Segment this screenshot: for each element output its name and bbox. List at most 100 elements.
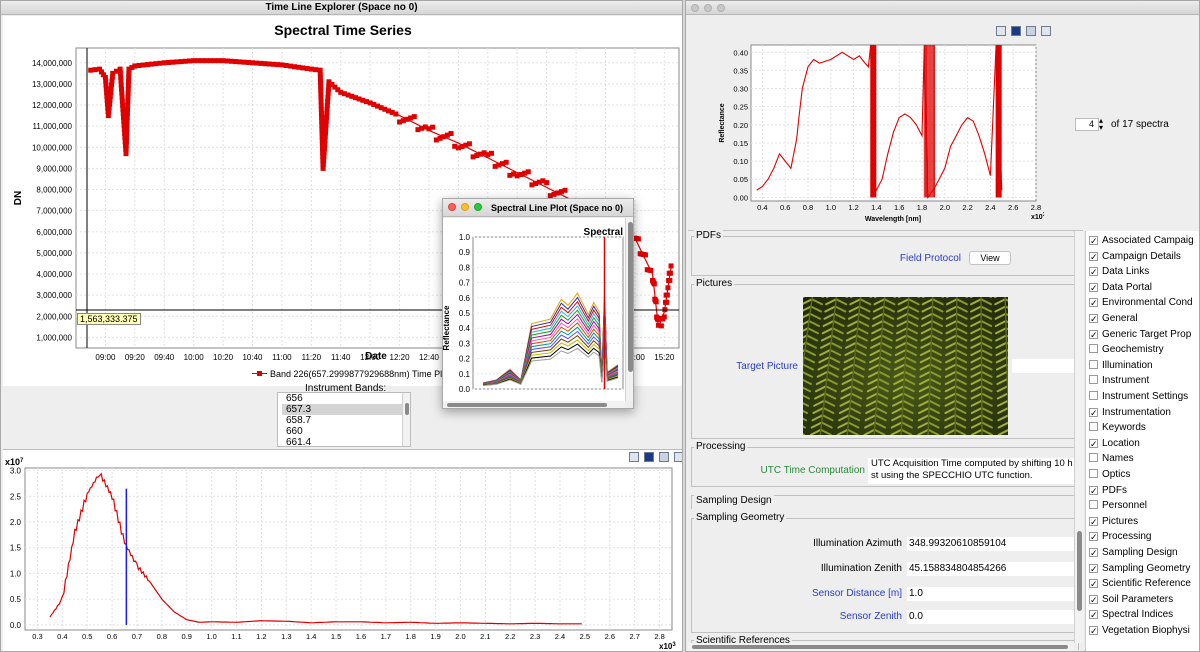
band-list-item[interactable]: 656 [282, 393, 410, 404]
category-item[interactable]: ✓ Sampling Design [1089, 546, 1178, 560]
category-item[interactable]: Optics [1089, 468, 1130, 482]
category-item[interactable]: Keywords [1089, 421, 1146, 435]
pick-icon[interactable] [1026, 26, 1036, 36]
minimize-window-icon[interactable] [704, 4, 712, 12]
minimize-window-icon[interactable] [461, 203, 469, 211]
category-item[interactable]: Illumination [1089, 359, 1153, 373]
pick-icon[interactable] [659, 452, 669, 462]
checked-checkbox-icon[interactable]: ✓ [1089, 579, 1098, 589]
fern-picture[interactable] [803, 297, 1008, 435]
checked-checkbox-icon[interactable]: ✓ [1089, 563, 1098, 573]
illumination-zenith-value[interactable]: 45.158834804854266 [907, 562, 1077, 576]
checked-checkbox-icon[interactable]: ✓ [1089, 548, 1098, 558]
checked-checkbox-icon[interactable]: ✓ [1089, 438, 1098, 448]
checked-checkbox-icon[interactable]: ✓ [1089, 594, 1098, 604]
category-item[interactable]: Instrument Settings [1089, 390, 1188, 404]
illumination-azimuth-value[interactable]: 348.99320610859104 [907, 537, 1077, 551]
checked-checkbox-icon[interactable]: ✓ [1089, 298, 1098, 308]
category-item[interactable]: Instrument [1089, 374, 1149, 388]
bands-scroll-thumb[interactable] [405, 403, 409, 415]
time-line-explorer-titlebar[interactable]: Time Line Explorer (Space no 0) [1, 1, 682, 15]
metadata-horizontal-scrollbar[interactable] [688, 643, 1074, 651]
category-item[interactable]: ✓ Instrumentation [1089, 406, 1171, 420]
bands-scrollbar[interactable] [402, 393, 410, 446]
checked-checkbox-icon[interactable]: ✓ [1089, 407, 1098, 417]
band-list-item[interactable]: 661.4 [282, 437, 410, 448]
unchecked-checkbox-icon[interactable] [1089, 391, 1098, 400]
sensor-distance-value[interactable]: 1.0 [907, 587, 1077, 601]
category-item[interactable]: ✓ Data Portal [1089, 281, 1152, 295]
spinner-arrows-icon[interactable]: ▴ ▾ [1099, 117, 1103, 132]
checked-checkbox-icon[interactable]: ✓ [1089, 610, 1098, 620]
close-window-icon[interactable] [691, 4, 699, 12]
zoom-icon[interactable] [1011, 26, 1021, 36]
spectral-line-plot-titlebar[interactable]: Spectral Line Plot (Space no 0) [443, 199, 633, 217]
category-item[interactable]: ✓ General [1089, 312, 1138, 326]
checked-checkbox-icon[interactable]: ✓ [1089, 516, 1098, 526]
category-item[interactable]: ✓ Campaign Details [1089, 250, 1181, 264]
category-item[interactable]: ✓ Location [1089, 437, 1140, 451]
unchecked-checkbox-icon[interactable] [1089, 500, 1098, 510]
spectrum-index-spinner[interactable]: 4 [1075, 118, 1099, 131]
category-item[interactable]: ✓ Vegetation Biophysi [1089, 624, 1190, 638]
unchecked-checkbox-icon[interactable] [1089, 469, 1098, 478]
checked-checkbox-icon[interactable]: ✓ [1089, 267, 1098, 277]
unchecked-checkbox-icon[interactable] [1089, 422, 1098, 432]
spectral-line-chart[interactable]: Spectral 0.0 0.1 0.2 0.3 0.4 0.5 0.6 0.7 0.8 0.9 1… [443, 218, 625, 401]
category-item[interactable]: ✓ Associated Campaig [1089, 234, 1194, 248]
category-item[interactable]: ✓ Sampling Geometry [1089, 562, 1190, 576]
maximize-window-icon[interactable] [474, 203, 482, 211]
picture-caption-field[interactable] [1012, 359, 1076, 373]
unchecked-checkbox-icon[interactable] [1089, 359, 1098, 369]
category-item[interactable]: ✓ Generic Target Prop [1089, 328, 1191, 342]
popup-vertical-scrollbar[interactable] [625, 218, 633, 401]
unchecked-checkbox-icon[interactable] [1089, 344, 1098, 354]
category-item[interactable]: Names [1089, 452, 1134, 466]
category-item[interactable]: ✓ Scientific Reference [1089, 577, 1191, 591]
y-tick-label: 0.20 [733, 121, 748, 130]
category-item[interactable]: ✓ Spectral Indices [1089, 608, 1173, 622]
checked-checkbox-icon[interactable]: ✓ [1089, 282, 1098, 292]
view-pdf-button[interactable]: View [969, 251, 1011, 265]
sensor-zenith-value[interactable]: 0.0 [907, 610, 1077, 624]
popup-vscroll-thumb[interactable] [628, 222, 633, 372]
band-list-item[interactable]: 660 [282, 426, 410, 437]
checked-checkbox-icon[interactable]: ✓ [1089, 236, 1098, 246]
checked-checkbox-icon[interactable]: ✓ [1089, 329, 1098, 339]
metadata-titlebar[interactable] [686, 1, 1199, 15]
category-item[interactable]: Geochemistry [1089, 343, 1164, 357]
category-item[interactable]: ✓ Pictures [1089, 515, 1138, 529]
checked-checkbox-icon[interactable]: ✓ [1089, 532, 1098, 542]
metadata-vertical-scrollbar[interactable] [1074, 231, 1083, 643]
reset-icon[interactable] [1041, 26, 1051, 36]
maximize-window-icon[interactable] [717, 4, 725, 12]
band-list-item[interactable]: 658.7 [282, 415, 410, 426]
category-item[interactable]: ✓ Processing [1089, 530, 1151, 544]
checked-checkbox-icon[interactable]: ✓ [1089, 251, 1098, 261]
unchecked-checkbox-icon[interactable] [1089, 453, 1098, 463]
close-window-icon[interactable] [448, 203, 456, 211]
category-item[interactable]: ✓ Data Links [1089, 265, 1149, 279]
x-tick-label: 2.6 [605, 632, 615, 641]
category-item[interactable]: ✓ Soil Parameters [1089, 593, 1173, 607]
category-item[interactable]: Personnel [1089, 499, 1147, 513]
metadata-scroll-thumb[interactable] [1077, 531, 1082, 611]
zoom-icon[interactable] [644, 452, 654, 462]
reset-icon[interactable] [674, 452, 682, 462]
unchecked-checkbox-icon[interactable] [1089, 375, 1098, 385]
checked-checkbox-icon[interactable]: ✓ [1089, 485, 1098, 495]
category-item[interactable]: ✓ PDFs [1089, 484, 1127, 498]
band-list-item[interactable]: 657.3 [282, 404, 410, 415]
category-item[interactable]: ✓ Environmental Cond [1089, 296, 1193, 310]
save-icon[interactable] [996, 26, 1006, 36]
popup-horizontal-scrollbar[interactable] [443, 401, 625, 408]
popup-hscroll-thumb[interactable] [447, 403, 607, 407]
metadata-hscroll-thumb[interactable] [692, 645, 1068, 649]
save-icon[interactable] [629, 452, 639, 462]
instrument-bands-list[interactable]: 656 657.3 658.7 660 661.4 [277, 392, 411, 448]
checked-checkbox-icon[interactable]: ✓ [1089, 626, 1098, 636]
reflectance-chart[interactable]: 0.00 0.05 0.10 0.15 0.20 0.25 0.30 0.35 0.40 0.4… [716, 41, 1046, 227]
checked-checkbox-icon[interactable]: ✓ [1089, 314, 1098, 324]
spectrum-chart[interactable]: x107 0.0 0.5 1.0 1.5 2.0 2.5 3.0 0.3 0.4 0.5 0.6 0… [3, 450, 682, 652]
category-label: Data Portal [1102, 281, 1153, 293]
